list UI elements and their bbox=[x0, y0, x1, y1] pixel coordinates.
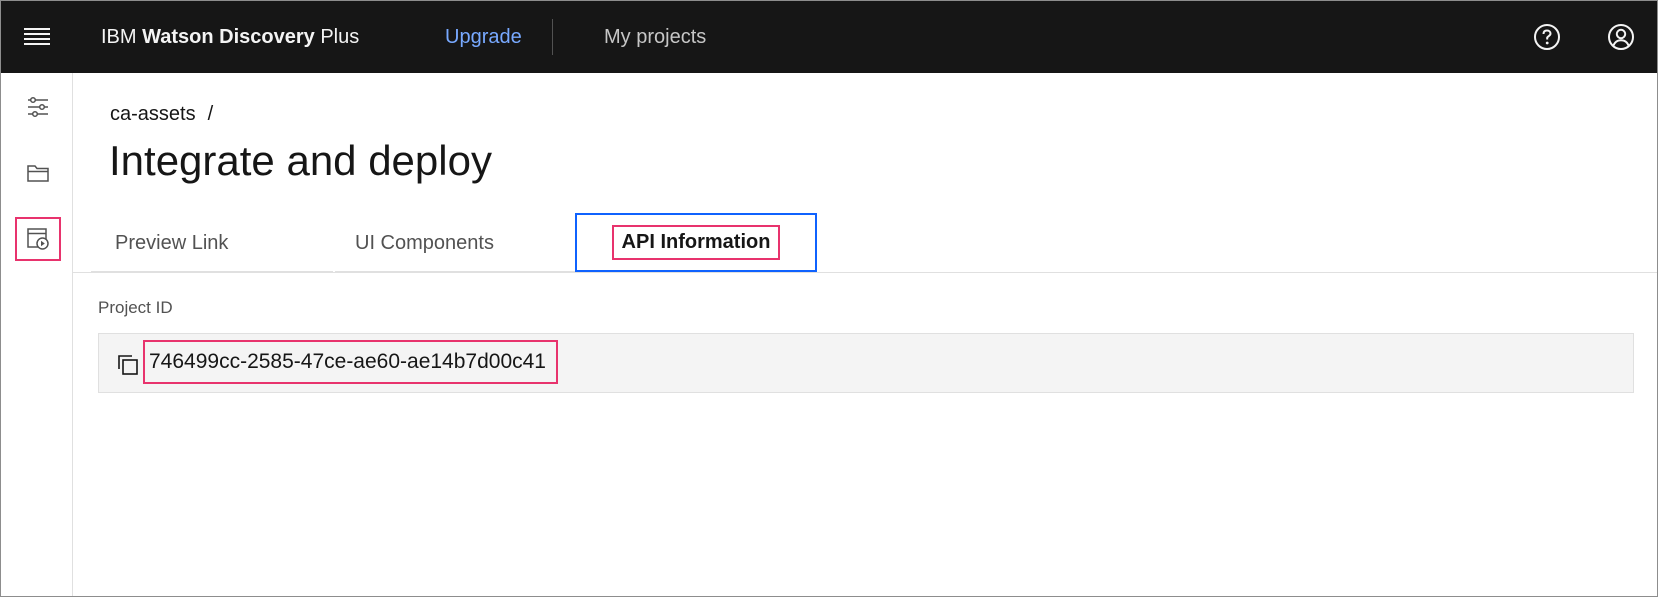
product-name[interactable]: IBM Watson Discovery Plus bbox=[101, 25, 359, 49]
rail-item-integrate-deploy[interactable] bbox=[15, 217, 61, 261]
copy-button[interactable] bbox=[115, 352, 141, 378]
help-icon bbox=[1534, 24, 1560, 50]
deploy-icon bbox=[27, 228, 49, 250]
rail-item-documents[interactable] bbox=[15, 151, 61, 195]
brand-prefix: IBM bbox=[101, 26, 137, 48]
left-nav-rail bbox=[1, 73, 73, 596]
folder-icon bbox=[27, 165, 49, 182]
tabs-baseline bbox=[73, 272, 1657, 273]
breadcrumb-separator: / bbox=[207, 103, 214, 125]
breadcrumb-project-link[interactable]: ca-assets bbox=[110, 103, 196, 125]
tab-preview-link[interactable]: Preview Link bbox=[91, 213, 333, 273]
user-avatar-icon bbox=[1608, 24, 1634, 50]
project-id-snippet: 746499cc-2585-47ce-ae60-ae14b7d00c41 bbox=[98, 333, 1634, 393]
header-divider bbox=[552, 19, 553, 55]
brand-suffix: Plus bbox=[320, 26, 360, 48]
tab-label: Preview Link bbox=[115, 231, 229, 254]
app-window: IBM Watson Discovery Plus Upgrade My pro… bbox=[0, 0, 1658, 597]
tab-label: API Information bbox=[611, 225, 781, 260]
project-id-value[interactable]: 746499cc-2585-47ce-ae60-ae14b7d00c41 bbox=[143, 340, 558, 384]
brand-product: Watson Discovery bbox=[142, 26, 315, 48]
tab-ui-components[interactable]: UI Components bbox=[335, 213, 575, 273]
copy-icon bbox=[118, 355, 138, 375]
upgrade-link[interactable]: Upgrade bbox=[445, 25, 522, 49]
settings-adjust-icon bbox=[28, 96, 48, 118]
tab-list: Preview Link UI Components API Informati… bbox=[73, 213, 1657, 273]
tab-label: UI Components bbox=[355, 231, 494, 254]
hamburger-menu-icon bbox=[24, 28, 50, 45]
user-profile-button[interactable] bbox=[1601, 17, 1641, 57]
project-id-label: Project ID bbox=[98, 298, 173, 317]
page-title: Integrate and deploy bbox=[109, 137, 492, 184]
my-projects-link[interactable]: My projects bbox=[604, 25, 706, 49]
breadcrumb: ca-assets / bbox=[110, 103, 213, 126]
top-header: IBM Watson Discovery Plus Upgrade My pro… bbox=[1, 1, 1657, 73]
hamburger-menu-button[interactable] bbox=[15, 19, 59, 55]
tab-api-information[interactable]: API Information bbox=[575, 213, 817, 272]
rail-item-settings[interactable] bbox=[15, 85, 61, 129]
help-button[interactable] bbox=[1527, 17, 1567, 57]
